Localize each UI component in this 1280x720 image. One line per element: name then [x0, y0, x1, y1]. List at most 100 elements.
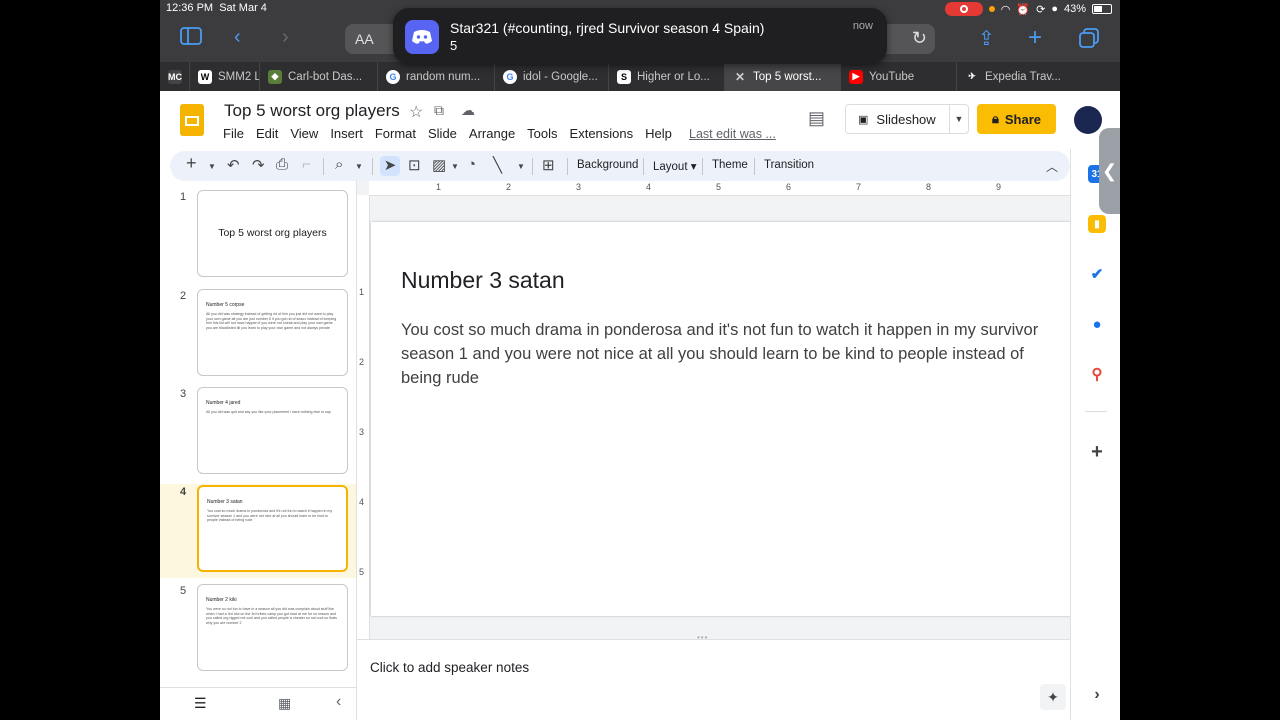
back-icon[interactable]: ‹ — [234, 26, 241, 49]
grid-view-icon[interactable]: ▦ — [278, 695, 291, 712]
tab-random-number[interactable]: G random num... — [378, 62, 495, 91]
forward-icon[interactable]: › — [282, 26, 289, 49]
comment-add-icon[interactable]: ⊞ — [542, 156, 555, 174]
list-view-icon[interactable]: ☰ — [194, 695, 207, 712]
reload-icon[interactable]: ↻ — [912, 28, 927, 49]
transition-button[interactable]: Transition — [764, 159, 814, 171]
slide-thumbnail-5[interactable]: Number 2 kiki You were so not fun to hav… — [197, 584, 348, 671]
slide-title[interactable]: Number 3 satan — [401, 267, 565, 294]
thumb-body: All you did was strategy instead of gett… — [206, 312, 337, 330]
zoom-icon[interactable]: ⌕ — [335, 156, 343, 173]
tab-label: Expedia Trav... — [985, 70, 1061, 83]
screen-record-icon[interactable] — [944, 2, 983, 16]
battery-icon — [1092, 4, 1112, 14]
tab-0[interactable]: MC — [160, 62, 190, 91]
tab-smm2[interactable]: W SMM2 Le — [190, 62, 260, 91]
new-slide-dropdown-icon[interactable]: ▼ — [208, 162, 216, 171]
shape-icon[interactable]: ◔ — [467, 156, 476, 173]
keep-icon[interactable]: ▮ — [1088, 215, 1106, 233]
star-icon[interactable]: ☆ — [409, 102, 423, 122]
image-icon[interactable]: ▨ — [432, 156, 446, 174]
side-handle-chevron-icon[interactable]: ❮ — [1099, 128, 1120, 214]
text-box-icon[interactable]: ⊡ — [408, 156, 421, 174]
line-dropdown-icon[interactable]: ▼ — [517, 162, 525, 171]
tab-top5-active[interactable]: ✕ Top 5 worst... — [725, 62, 841, 91]
expand-panel-icon[interactable]: › — [1088, 686, 1106, 704]
zoom-dropdown-icon[interactable]: ▼ — [355, 162, 363, 171]
share-button[interactable]: 🔒︎ Share — [977, 104, 1056, 134]
lock-icon: 🔒︎ — [991, 111, 999, 126]
share-sheet-icon[interactable]: ⇪ — [978, 26, 995, 51]
tab-higher-or-lower[interactable]: S Higher or Lo... — [609, 62, 725, 91]
slide-body[interactable]: You cost so much drama in ponderosa and … — [401, 318, 1041, 390]
image-dropdown-icon[interactable]: ▼ — [451, 162, 459, 171]
tab-idol-google[interactable]: G idol - Google... — [495, 62, 609, 91]
menu-format[interactable]: Format — [375, 126, 416, 141]
print-icon[interactable]: ⎙ — [276, 156, 288, 173]
tab-carlbot[interactable]: ◆ Carl-bot Das... — [260, 62, 378, 91]
lock-rotation-icon: ⟳ — [1036, 3, 1046, 16]
discord-notification[interactable]: Star321 (#counting, rjred Survivor seaso… — [393, 8, 887, 64]
redo-icon[interactable]: ↷ — [252, 156, 265, 174]
layout-button[interactable]: Layout ▾ — [653, 159, 697, 173]
sidebar-icon[interactable] — [180, 27, 202, 51]
slide-thumbnail-3[interactable]: Number 4 jared All you did was quit and … — [197, 387, 348, 474]
tab-expedia[interactable]: ✈ Expedia Trav... — [957, 62, 1080, 91]
site-s-icon: S — [617, 69, 631, 84]
add-addon-icon[interactable]: + — [1088, 441, 1106, 463]
thumb-body: You were so not fun to have in a season … — [206, 607, 337, 625]
discord-icon — [405, 20, 439, 54]
background-button[interactable]: Background — [577, 159, 638, 171]
google-icon: G — [386, 69, 400, 84]
app-header: Top 5 worst org players ☆ ⧉ ☁ File Edit … — [160, 91, 1120, 149]
theme-button[interactable]: Theme — [712, 159, 748, 171]
slideshow-button[interactable]: ▣ Slideshow ▼ — [845, 104, 969, 134]
tab-label: Carl-bot Das... — [288, 70, 363, 83]
notification-title: Star321 (#counting, rjred Survivor seaso… — [450, 20, 765, 36]
tasks-icon[interactable]: ✔ — [1088, 265, 1106, 283]
slides-logo-icon[interactable] — [180, 104, 204, 136]
collapse-filmstrip-icon[interactable]: ‹ — [336, 693, 341, 711]
tabs-overview-icon[interactable] — [1079, 28, 1099, 53]
slide-thumbnail-1[interactable]: Top 5 worst org players — [197, 190, 348, 277]
move-folder-icon[interactable]: ⧉ — [434, 102, 444, 119]
line-icon[interactable]: ╲ — [493, 156, 502, 174]
menu-tools[interactable]: Tools — [527, 126, 557, 141]
text-size-button[interactable]: AA — [355, 31, 374, 47]
menu-view[interactable]: View — [290, 126, 318, 141]
tab-strip: MC W SMM2 Le ◆ Carl-bot Das... G random … — [160, 62, 1120, 91]
slide-canvas[interactable]: Number 3 satan You cost so much drama in… — [371, 222, 1071, 616]
avatar[interactable] — [1074, 106, 1102, 134]
undo-icon[interactable]: ↶ — [227, 156, 240, 174]
explore-sparkle-icon[interactable]: ✦ — [1040, 684, 1066, 710]
menu-slide[interactable]: Slide — [428, 126, 457, 141]
plane-icon: ✈ — [968, 71, 976, 81]
contacts-icon[interactable]: ● — [1088, 315, 1106, 333]
slide-number: 5 — [180, 585, 187, 597]
slide-thumbnail-2[interactable]: Number 5 corpse All you did was strategy… — [197, 289, 348, 376]
new-slide-icon[interactable]: + — [186, 153, 197, 174]
share-label: Share — [1004, 111, 1042, 127]
speaker-notes[interactable]: Click to add speaker notes ✦ — [356, 639, 1071, 720]
menu-edit[interactable]: Edit — [256, 126, 278, 141]
menu-file[interactable]: File — [223, 126, 244, 141]
document-title[interactable]: Top 5 worst org players — [224, 101, 400, 121]
battery-percent: 43% — [1063, 3, 1086, 15]
new-tab-icon[interactable]: + — [1028, 24, 1042, 52]
menu-insert[interactable]: Insert — [330, 126, 363, 141]
menu-help[interactable]: Help — [645, 126, 672, 141]
menu-extensions[interactable]: Extensions — [570, 126, 634, 141]
last-edit-link[interactable]: Last edit was ... — [689, 127, 776, 141]
slide-thumbnail-4[interactable]: Number 3 satan You cost so much drama in… — [197, 485, 348, 572]
comments-icon[interactable]: ▤ — [808, 108, 825, 129]
tab-youtube[interactable]: ▶ YouTube — [841, 62, 957, 91]
menu-arrange[interactable]: Arrange — [469, 126, 515, 141]
slideshow-dropdown-icon[interactable]: ▼ — [949, 105, 968, 133]
close-tab-icon[interactable]: ✕ — [733, 70, 747, 84]
collapse-toolbar-icon[interactable]: ︿ — [1046, 158, 1058, 175]
speaker-notes-placeholder[interactable]: Click to add speaker notes — [370, 660, 529, 675]
select-cursor-icon[interactable]: ➤ — [380, 156, 400, 176]
maps-icon[interactable]: ⚲ — [1088, 365, 1106, 383]
cloud-saved-icon[interactable]: ☁ — [461, 102, 475, 119]
paint-format-icon[interactable]: ⌐ — [302, 156, 311, 173]
